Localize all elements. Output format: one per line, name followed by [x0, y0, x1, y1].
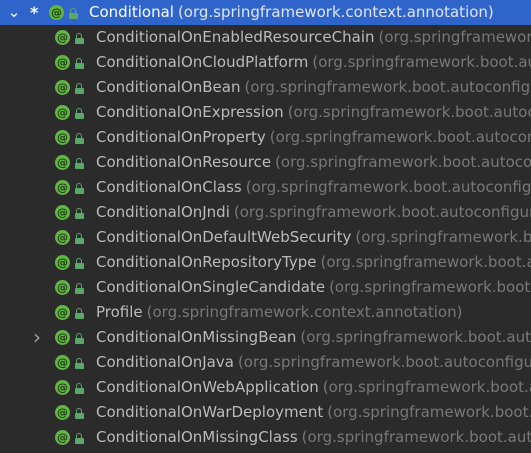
tree-row-package: (org.springframework.boot.autoco — [287, 103, 531, 121]
tree-row-package: (org.springframework.boot.a — [322, 378, 531, 396]
tree-row[interactable]: @ Profile (org.springframework.context.ann… — [0, 300, 531, 325]
public-lock-icon — [74, 275, 84, 300]
public-lock-icon — [74, 175, 84, 200]
annotation-icon: @ — [55, 230, 70, 245]
annotation-icon: @ — [55, 55, 70, 70]
tree-row[interactable]: @ ConditionalOnJava (org.springframework.b… — [0, 350, 531, 375]
tree-row[interactable]: @ ConditionalOnRepositoryType (org.springf… — [0, 250, 531, 275]
tree-row[interactable]: @ ConditionalOnCloudPlatform (org.springfr… — [0, 50, 531, 75]
annotation-icon: @ — [49, 5, 64, 20]
annotation-icon: @ — [55, 255, 70, 270]
tree-row[interactable]: @ ConditionalOnProperty (org.springframewo… — [0, 125, 531, 150]
public-lock-icon — [74, 250, 84, 275]
annotation-icon: @ — [55, 130, 70, 145]
tree-row-name: ConditionalOnWebApplication — [96, 378, 319, 396]
chevron-down-icon[interactable]: ⌄ — [7, 0, 21, 25]
tree-row-name: ConditionalOnDefaultWebSecurity — [96, 228, 352, 246]
public-lock-icon — [74, 100, 84, 125]
tree-row-name: ConditionalOnExpression — [96, 103, 284, 121]
annotation-icon: @ — [55, 155, 70, 170]
tree-row[interactable]: @ ConditionalOnEnabledResourceChain (org.s… — [0, 25, 531, 50]
tree-row-package: (org.springframework.boot.autoconfigu — [237, 353, 531, 371]
tree-children: @ ConditionalOnEnabledResourceChain (org.s… — [0, 25, 531, 450]
tree-row[interactable]: @ ConditionalOnResource (org.springframewo… — [0, 150, 531, 175]
tree-row-package: (org.springframework.boot.aut — [301, 428, 531, 446]
root-marker-star: * — [30, 3, 39, 22]
public-lock-icon — [74, 300, 84, 325]
tree-row-package: (org.springframework.context.annotation) — [146, 303, 463, 321]
annotation-icon: @ — [55, 380, 70, 395]
tree-row-name: ConditionalOnResource — [96, 153, 272, 171]
type-hierarchy-tree: ⌄ * @ Conditional (org.springframework.co… — [0, 0, 531, 453]
tree-row-package: (org.springframework.boot.autocon — [275, 153, 531, 171]
tree-row[interactable]: @ ConditionalOnWarDeployment (org.springfr… — [0, 400, 531, 425]
tree-row-root[interactable]: ⌄ * @ Conditional (org.springframework.co… — [0, 0, 531, 25]
tree-row-name: ConditionalOnRepositoryType — [96, 253, 317, 271]
tree-row[interactable]: @ ConditionalOnJndi (org.springframework.b… — [0, 200, 531, 225]
annotation-icon: @ — [55, 205, 70, 220]
tree-row-package: (org.springframework.boot.a — [320, 253, 531, 271]
tree-row[interactable]: @ ConditionalOnSingleCandidate (org.spring… — [0, 275, 531, 300]
tree-row-package: (org.springframework.boot.autocon — [269, 128, 531, 146]
tree-row-name: ConditionalOnClass — [96, 178, 242, 196]
public-lock-icon — [74, 325, 84, 350]
public-lock-icon — [68, 0, 78, 25]
public-lock-icon — [74, 75, 84, 100]
annotation-icon: @ — [55, 405, 70, 420]
annotation-icon: @ — [55, 355, 70, 370]
public-lock-icon — [74, 125, 84, 150]
tree-row-name: ConditionalOnEnabledResourceChain — [96, 28, 375, 46]
tree-row[interactable]: › @ ConditionalOnMissingBean (org.springfra… — [0, 325, 531, 350]
tree-row-name: ConditionalOnBean — [96, 78, 241, 96]
chevron-right-icon[interactable]: › — [30, 325, 44, 350]
tree-row[interactable]: @ ConditionalOnWebApplication (org.springf… — [0, 375, 531, 400]
public-lock-icon — [74, 225, 84, 250]
tree-row-package: (org.springframework.context.annotation) — [177, 3, 494, 21]
annotation-icon: @ — [55, 430, 70, 445]
annotation-icon: @ — [55, 80, 70, 95]
public-lock-icon — [74, 25, 84, 50]
tree-row-name: ConditionalOnSingleCandidate — [96, 278, 326, 296]
tree-row-package: (org.springframework.boot.a — [329, 278, 531, 296]
tree-row[interactable]: @ ConditionalOnMissingClass (org.springfra… — [0, 425, 531, 450]
tree-row-name: Conditional — [89, 3, 174, 21]
public-lock-icon — [74, 375, 84, 400]
tree-row-package: (org.springframework.boot.autoconfig — [245, 178, 531, 196]
tree-row-package: (org.springframework.boot.autoconfigu — [244, 78, 531, 96]
annotation-icon: @ — [55, 280, 70, 295]
tree-row[interactable]: @ ConditionalOnClass (org.springframework.… — [0, 175, 531, 200]
public-lock-icon — [74, 50, 84, 75]
public-lock-icon — [74, 350, 84, 375]
tree-row-name: ConditionalOnProperty — [96, 128, 266, 146]
tree-row-package: (org.springframework — [378, 28, 531, 46]
tree-row[interactable]: @ ConditionalOnDefaultWebSecurity (org.spr… — [0, 225, 531, 250]
annotation-icon: @ — [55, 330, 70, 345]
tree-row-name: ConditionalOnCloudPlatform — [96, 53, 309, 71]
tree-row-name: ConditionalOnJava — [96, 353, 234, 371]
annotation-icon: @ — [55, 30, 70, 45]
public-lock-icon — [74, 400, 84, 425]
tree-row-name: ConditionalOnMissingClass — [96, 428, 298, 446]
tree-row[interactable]: @ ConditionalOnBean (org.springframework.b… — [0, 75, 531, 100]
tree-row[interactable]: @ ConditionalOnExpression (org.springframe… — [0, 100, 531, 125]
public-lock-icon — [74, 150, 84, 175]
tree-row-package: (org.springframework.boot — [355, 228, 531, 246]
annotation-icon: @ — [55, 105, 70, 120]
tree-row-package: (org.springframework.boot.aut — [312, 53, 531, 71]
public-lock-icon — [74, 425, 84, 450]
tree-row-name: Profile — [96, 303, 143, 321]
tree-row-package: (org.springframework.boot.autoconfigur — [233, 203, 531, 221]
public-lock-icon — [74, 200, 84, 225]
tree-row-name: ConditionalOnJndi — [96, 203, 230, 221]
annotation-icon: @ — [55, 180, 70, 195]
tree-row-package: (org.springframework.boot.auto — [300, 328, 531, 346]
tree-row-name: ConditionalOnWarDeployment — [96, 403, 324, 421]
annotation-icon: @ — [55, 305, 70, 320]
tree-row-name: ConditionalOnMissingBean — [96, 328, 297, 346]
tree-row-package: (org.springframework.boot.a — [327, 403, 531, 421]
